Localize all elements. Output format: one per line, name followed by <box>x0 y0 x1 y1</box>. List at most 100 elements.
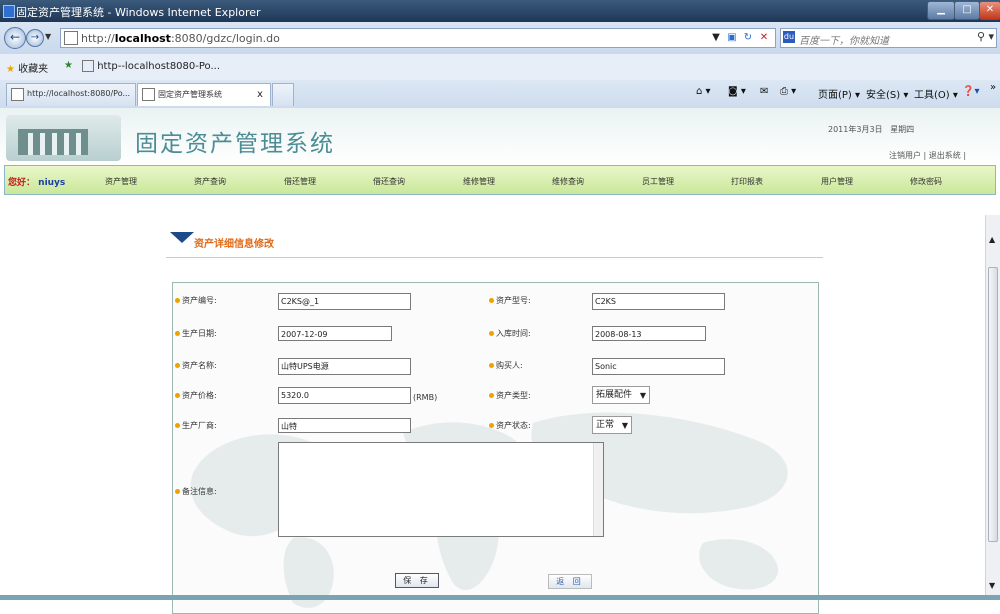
compatibility-view-icon[interactable]: ▣ <box>725 31 739 45</box>
chevron-right-icon[interactable]: » <box>990 82 996 93</box>
search-input[interactable]: 百度一下，你就知道 <box>799 32 889 47</box>
maximize-button[interactable]: □ <box>954 1 980 20</box>
stock-date-input[interactable]: 2008-08-13 <box>592 326 706 341</box>
back-button[interactable]: ← <box>4 27 26 49</box>
page-scrollbar[interactable]: ▲ ▼ <box>985 215 1000 600</box>
chevron-down-icon: ▼ <box>639 391 646 400</box>
address-text[interactable]: http://localhost:8080/gdzc/login.do <box>81 32 280 45</box>
nav-repair-management[interactable]: 维修管理 <box>463 176 495 187</box>
nav-borrow-management[interactable]: 借还管理 <box>284 176 316 187</box>
nav-asset-query[interactable]: 资产查询 <box>194 176 226 187</box>
price-label: 资产价格: <box>175 390 217 401</box>
stock-date-label: 入库时间: <box>489 328 531 339</box>
site-logo-icon <box>6 115 121 161</box>
search-icon[interactable]: ⚲ ▾ <box>977 30 994 43</box>
nav-staff-management[interactable]: 员工管理 <box>642 176 674 187</box>
address-bar[interactable]: http://localhost:8080/gdzc/login.do ▼ ▣ … <box>60 28 776 48</box>
safety-menu[interactable]: 安全(S) ▾ <box>866 86 908 101</box>
nav-user-management[interactable]: 用户管理 <box>821 176 853 187</box>
remarks-textarea[interactable] <box>278 442 604 537</box>
baidu-icon: du <box>783 31 795 43</box>
maker-input[interactable]: 山特 <box>278 418 411 433</box>
refresh-icon[interactable]: ↻ <box>741 31 755 45</box>
model-input[interactable]: C2KS <box>592 293 725 310</box>
mail-icon[interactable]: ✉ <box>760 86 768 97</box>
tab-bar: http://localhost:8080/Po... 固定资产管理系统 x ⌂… <box>0 80 1000 109</box>
home-icon[interactable]: ⌂ ▾ <box>696 86 711 97</box>
nav-borrow-query[interactable]: 借还查询 <box>373 176 405 187</box>
help-icon[interactable]: ❓▾ <box>962 86 979 97</box>
star-icon: ★ <box>6 64 15 75</box>
favorite-link[interactable]: http--localhost8080-Po... <box>82 60 220 72</box>
asset-no-label: 资产编号: <box>175 295 217 306</box>
stop-icon[interactable]: ✕ <box>757 31 771 45</box>
back-button[interactable]: 返 回 <box>548 574 592 589</box>
logout-link[interactable]: 注销用户 <box>889 151 921 160</box>
current-date: 2011年3月3日 星期四 <box>828 125 915 134</box>
scroll-up-icon[interactable]: ▲ <box>989 235 995 244</box>
divider <box>166 257 823 258</box>
prod-date-label: 生产日期: <box>175 328 217 339</box>
user-links: 注销用户 | 退出系统 | <box>889 151 967 160</box>
type-label: 资产类型: <box>489 390 531 401</box>
triangle-down-icon <box>170 232 194 243</box>
remarks-label: 备注信息: <box>175 486 217 497</box>
asset-edit-form: 资产编号: C2KS@_1 资产型号: C2KS 生产日期: 2007-12-0… <box>172 282 819 614</box>
scroll-down-icon[interactable]: ▼ <box>989 581 995 590</box>
page-icon <box>64 31 78 45</box>
price-input[interactable]: 5320.0 <box>278 387 411 404</box>
feeds-icon[interactable]: ◙ ▾ <box>728 86 746 97</box>
tab-localhost[interactable]: http://localhost:8080/Po... <box>6 83 136 106</box>
search-box[interactable]: du 百度一下，你就知道 ⚲ ▾ <box>780 28 997 48</box>
address-dropdown-icon[interactable]: ▼ <box>709 31 723 45</box>
page-icon <box>142 88 155 101</box>
page-icon <box>11 88 24 101</box>
buyer-label: 购买人: <box>489 360 523 371</box>
close-window-button[interactable]: ✕ <box>979 1 1000 20</box>
buyer-input[interactable]: Sonic <box>592 358 725 375</box>
greeting: 您好： niuys <box>8 178 66 188</box>
name-input[interactable]: 山特UPS电源 <box>278 358 411 375</box>
textarea-scrollbar[interactable] <box>593 443 603 536</box>
close-tab-icon[interactable]: x <box>257 89 263 100</box>
window-title-bar: 固定资产管理系统 - Windows Internet Explorer ▁ □… <box>0 0 1000 22</box>
forward-arrow-icon: → <box>30 32 40 43</box>
save-button[interactable]: 保 存 <box>395 573 439 588</box>
asset-no-input[interactable]: C2KS@_1 <box>278 293 411 310</box>
window-title: 固定资产管理系统 - Windows Internet Explorer <box>16 6 261 19</box>
add-favorite-icon[interactable]: ★ <box>64 60 73 71</box>
history-dropdown-icon[interactable]: ▼ <box>45 32 51 41</box>
chevron-down-icon: ▼ <box>621 421 628 430</box>
favorites-bar: ★ 收藏夹 ★ http--localhost8080-Po... <box>0 54 1000 81</box>
site-header: 固定资产管理系统 2011年3月3日 星期四 注销用户 | 退出系统 | <box>0 108 1000 165</box>
type-select[interactable]: 拓展配件 ▼ <box>592 386 650 404</box>
ie-icon <box>3 5 15 18</box>
minimize-button[interactable]: ▁ <box>927 1 955 20</box>
site-title: 固定资产管理系统 <box>135 131 335 157</box>
footer-bar <box>0 595 1000 600</box>
new-tab-button[interactable] <box>272 83 294 106</box>
nav-print-report[interactable]: 打印报表 <box>731 176 763 187</box>
name-label: 资产名称: <box>175 360 217 371</box>
nav-change-password[interactable]: 修改密码 <box>910 176 942 187</box>
page-menu[interactable]: 页面(P) ▾ <box>818 86 860 101</box>
model-label: 资产型号: <box>489 295 531 306</box>
scrollbar-thumb[interactable] <box>988 267 998 542</box>
status-select[interactable]: 正常 ▼ <box>592 416 632 434</box>
price-unit: (RMB) <box>413 393 438 402</box>
print-icon[interactable]: ⎙ ▾ <box>780 86 796 97</box>
tab-asset-system[interactable]: 固定资产管理系统 x <box>137 83 271 106</box>
nav-asset-management[interactable]: 资产管理 <box>105 176 137 187</box>
main-nav: 您好： niuys 资产管理 资产查询 借还管理 借还查询 维修管理 维修查询 … <box>4 165 996 195</box>
favorites-button[interactable]: ★ 收藏夹 <box>6 60 48 75</box>
exit-link[interactable]: 退出系统 <box>929 151 961 160</box>
nav-repair-query[interactable]: 维修查询 <box>552 176 584 187</box>
page-icon <box>82 60 94 72</box>
back-arrow-icon: ← <box>9 30 21 44</box>
forward-button[interactable]: → <box>26 29 44 47</box>
tools-menu[interactable]: 工具(O) ▾ <box>914 86 958 101</box>
navigation-bar: ← → ▼ http://localhost:8080/gdzc/login.d… <box>0 22 1000 54</box>
status-label: 资产状态: <box>489 420 531 431</box>
prod-date-input[interactable]: 2007-12-09 <box>278 326 392 341</box>
maker-label: 生产厂商: <box>175 420 217 431</box>
